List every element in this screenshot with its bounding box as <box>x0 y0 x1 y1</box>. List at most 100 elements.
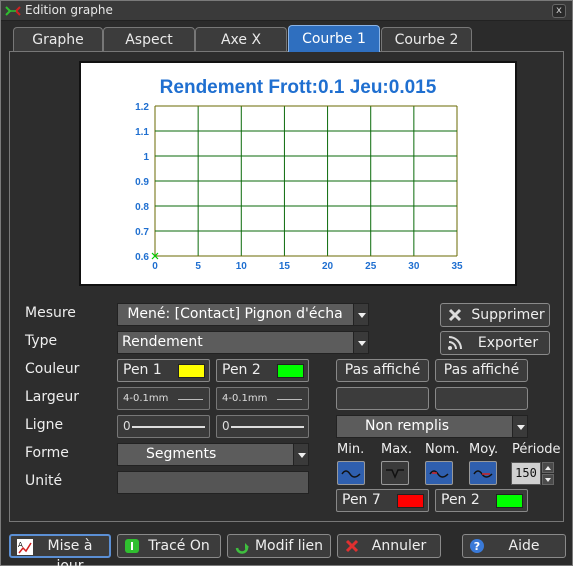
ligne-1-control[interactable]: 0 <box>117 415 210 438</box>
max-toggle[interactable] <box>381 461 409 485</box>
pen-2-label: Pen 2 <box>222 362 261 378</box>
mesure-dropdown[interactable]: Mené: [Contact] Pignon d'écha <box>117 303 369 326</box>
trace-on-label: Tracé On <box>148 538 210 554</box>
y-tick-label: 1.2 <box>135 102 149 113</box>
nom-toggle[interactable] <box>425 461 453 485</box>
exporter-label: Exporter <box>477 335 539 351</box>
chart-title: Rendement Frott:0.1 Jeu:0.015 <box>160 77 437 98</box>
pen-1-swatch <box>178 364 205 378</box>
trace-on-button[interactable]: Tracé On <box>117 534 221 558</box>
aide-label: Aide <box>508 538 540 554</box>
svg-text:?: ? <box>474 540 480 553</box>
export-feed-icon <box>448 336 462 350</box>
pen-7-swatch <box>397 494 424 508</box>
help-icon: ? <box>470 539 484 553</box>
line-style-preview <box>231 426 304 428</box>
y-tick-label: 0.7 <box>135 227 149 238</box>
x-tick-label: 15 <box>279 261 291 272</box>
mise-a-jour-button[interactable]: A Mise à jour <box>9 534 111 566</box>
unite-label: Unité <box>25 473 63 489</box>
ligne-2-control[interactable]: 0 <box>216 415 309 438</box>
blank-button-1[interactable] <box>336 387 429 410</box>
type-dropdown[interactable]: Rendement <box>117 331 369 354</box>
forme-dropdown[interactable]: Segments <box>117 443 309 466</box>
delete-icon <box>448 308 462 322</box>
largeur-1-control[interactable]: 4-0.1mm <box>117 387 210 410</box>
largeur-2-control[interactable]: 4-0.1mm <box>216 387 309 410</box>
edition-graphe-window: Edition graphe x Graphe Aspect Axe X Cou… <box>0 0 573 566</box>
x-tick-label: 20 <box>322 261 334 272</box>
chart-preview: Rendement Frott:0.1 Jeu:0.015 0.6 0.7 0.8 0… <box>79 61 517 286</box>
pen-2b-button[interactable]: Pen 2 <box>435 489 528 512</box>
y-tick-label: 0.8 <box>135 202 149 213</box>
line-style-preview <box>132 426 205 428</box>
periode-label: Période <box>512 442 561 457</box>
forme-value: Segments <box>146 446 217 462</box>
mesure-value: Mené: [Contact] Pignon d'écha <box>127 306 343 322</box>
x-tick-label: 30 <box>408 261 420 272</box>
pen-7-button[interactable]: Pen 7 <box>336 489 429 512</box>
aide-button[interactable]: ? Aide <box>462 534 566 558</box>
pen-1-button[interactable]: Pen 1 <box>117 359 210 382</box>
y-tick-label: 1.1 <box>135 127 149 138</box>
type-label: Type <box>25 333 58 349</box>
pen-7-label: Pen 7 <box>342 492 381 508</box>
close-button[interactable]: x <box>552 4 566 18</box>
supprimer-button[interactable]: Supprimer <box>440 303 550 327</box>
chart-y-ticks: 0.6 0.7 0.8 0.9 1 1.1 1.2 <box>135 102 149 263</box>
pas-affiche-2-button[interactable]: Pas affiché <box>435 359 528 382</box>
pen-2-swatch <box>277 364 304 378</box>
line-width-preview <box>277 399 302 400</box>
tab-aspect[interactable]: Aspect <box>103 27 195 51</box>
moy-toggle[interactable] <box>469 461 497 485</box>
nom-label: Nom. <box>425 442 460 457</box>
ligne-1-value: 0 <box>123 419 131 433</box>
mesure-label: Mesure <box>25 305 76 321</box>
curve-nom-icon <box>429 470 449 478</box>
title-bar[interactable]: Edition graphe x <box>1 1 572 21</box>
spin-up-icon[interactable] <box>542 462 554 473</box>
remplissage-value: Non remplis <box>365 418 450 434</box>
modif-lien-button[interactable]: Modif lien <box>227 534 331 558</box>
curve-moy-icon <box>473 470 493 478</box>
periode-input[interactable]: 150 <box>511 462 541 485</box>
x-tick-label: 5 <box>195 261 201 272</box>
remplissage-dropdown[interactable]: Non remplis <box>336 415 528 438</box>
annuler-button[interactable]: Annuler <box>337 534 441 558</box>
chart-x-ticks: 0 5 10 15 20 25 30 35 <box>152 261 463 272</box>
y-tick-label: 0.6 <box>135 252 149 263</box>
largeur-1-value: 4-0.1mm <box>123 393 169 404</box>
largeur-label: Largeur <box>25 389 80 405</box>
periode-spinner[interactable]: 150 <box>511 462 554 485</box>
exporter-button[interactable]: Exporter <box>440 331 550 355</box>
blank-button-2[interactable] <box>435 387 528 410</box>
couleur-label: Couleur <box>25 361 80 377</box>
x-tick-label: 0 <box>152 261 158 272</box>
chart-grid <box>154 105 458 257</box>
x-tick-label: 10 <box>236 261 248 272</box>
tab-axe-x[interactable]: Axe X <box>195 27 287 51</box>
power-on-icon <box>125 539 139 553</box>
chevron-down-icon[interactable] <box>512 416 527 437</box>
tab-courbe-2[interactable]: Courbe 2 <box>381 27 472 51</box>
chevron-down-icon[interactable] <box>293 444 308 465</box>
x-tick-label: 25 <box>365 261 377 272</box>
forme-label: Forme <box>25 445 69 461</box>
max-label: Max. <box>381 442 413 457</box>
tab-courbe-1[interactable]: Courbe 1 <box>288 25 380 52</box>
spin-down-icon[interactable] <box>542 474 554 485</box>
line-width-preview <box>178 399 203 400</box>
chevron-down-icon[interactable] <box>353 304 368 325</box>
tab-graphe[interactable]: Graphe <box>13 27 103 51</box>
pen-2-button[interactable]: Pen 2 <box>216 359 309 382</box>
pen-2b-swatch <box>496 494 523 508</box>
min-toggle[interactable] <box>337 461 365 485</box>
mise-a-jour-label: Mise à jour <box>47 538 93 566</box>
curve-max-icon <box>386 469 404 479</box>
unite-input[interactable] <box>117 471 309 494</box>
supprimer-label: Supprimer <box>471 307 545 323</box>
chevron-down-icon[interactable] <box>353 332 368 353</box>
type-value: Rendement <box>122 334 203 350</box>
x-tick-label: 35 <box>451 261 463 272</box>
pas-affiche-1-button[interactable]: Pas affiché <box>336 359 429 382</box>
